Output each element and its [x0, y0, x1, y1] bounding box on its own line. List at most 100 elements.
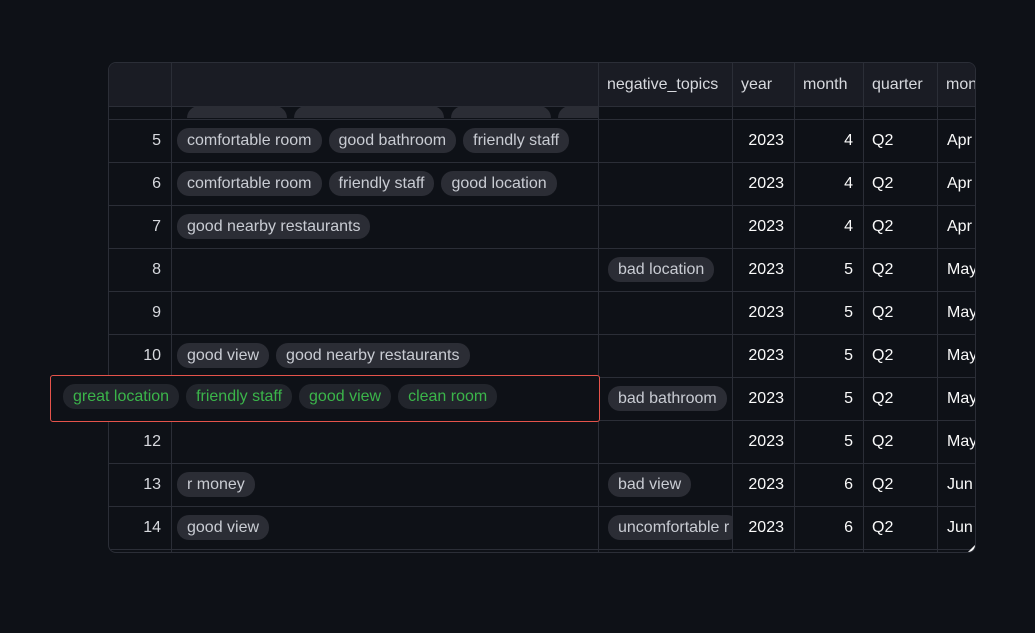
- quarter-cell[interactable]: Q2: [872, 205, 937, 248]
- year-cell[interactable]: 2023: [732, 463, 784, 506]
- month-header[interactable]: month: [794, 63, 863, 106]
- month-cell[interactable]: 4: [794, 119, 853, 162]
- month-cell[interactable]: 4: [794, 205, 853, 248]
- negative-topics-cell[interactable]: [608, 171, 732, 197]
- month-cell[interactable]: 5: [794, 420, 853, 463]
- year-cell[interactable]: 2023: [732, 248, 784, 291]
- row-index: 13: [143, 476, 161, 493]
- overlay-topic-chip[interactable]: good view: [299, 384, 392, 409]
- month-name-cell[interactable]: Apr: [947, 119, 975, 162]
- data-grid[interactable]: negative_topics year month quarter mon 5…: [108, 62, 976, 553]
- month-cell[interactable]: 6: [794, 506, 853, 549]
- negative-topics-cell[interactable]: [608, 300, 732, 326]
- topic-chip: good nearby restaurants: [276, 343, 470, 368]
- quarter-cell[interactable]: Q2: [872, 162, 937, 205]
- table-row[interactable]: 14 good view uncomfortable r 2023 6 Q2 Jun: [109, 506, 975, 549]
- topic-chip: bad view: [608, 472, 692, 497]
- quarter-header[interactable]: quarter: [863, 63, 937, 106]
- positive-topics-cell[interactable]: good nearby restaurants: [177, 214, 596, 240]
- row-index: 6: [152, 175, 161, 192]
- month-cell[interactable]: 5: [794, 291, 853, 334]
- positive-topics-cell[interactable]: good view good nearby restaurants: [177, 343, 596, 369]
- year-cell[interactable]: 2023: [732, 162, 784, 205]
- table-row[interactable]: 6 comfortable room friendly staff good loca…: [109, 162, 975, 205]
- quarter-cell[interactable]: Q2: [872, 420, 937, 463]
- topic-chip: uncomfortable r: [608, 515, 732, 540]
- quarter-cell[interactable]: Q2: [872, 506, 937, 549]
- positive-topics-cell[interactable]: [177, 300, 596, 326]
- table-row[interactable]: 7 good nearby restaurants 2023 4 Q2 Apr: [109, 205, 975, 248]
- month-cell[interactable]: 5: [794, 377, 853, 420]
- month-name-cell[interactable]: May: [947, 334, 975, 377]
- year-cell[interactable]: 2023: [732, 334, 784, 377]
- month-name-cell[interactable]: Jun: [947, 506, 975, 549]
- negative-topics-cell[interactable]: [608, 214, 732, 240]
- topic-chip: comfortable room: [177, 171, 322, 196]
- quarter-cell[interactable]: Q2: [872, 463, 937, 506]
- quarter-cell[interactable]: Q2: [872, 377, 937, 420]
- cell-editor-overlay[interactable]: great location friendly staff good view cle…: [50, 375, 600, 422]
- topic-chip: good bathroom: [328, 128, 457, 153]
- negative-topics-cell[interactable]: bad view: [608, 472, 732, 498]
- positive-topics-cell[interactable]: [177, 257, 596, 283]
- month-name-cell[interactable]: Apr: [947, 205, 975, 248]
- overlay-topic-chip[interactable]: great location: [63, 384, 180, 409]
- negative-topics-cell[interactable]: bad location: [608, 257, 732, 283]
- month-name-cell[interactable]: Jun: [947, 463, 975, 506]
- positive-topics-header[interactable]: [171, 63, 598, 106]
- index-column-divider: [171, 63, 172, 552]
- quarter-cell[interactable]: Q2: [872, 119, 937, 162]
- table-row[interactable]: 5 comfortable room good bathroom friendly s…: [109, 119, 975, 162]
- table-row[interactable]: 8 bad location 2023 5 Q2 May: [109, 248, 975, 291]
- positive-topics-cell[interactable]: [177, 429, 596, 455]
- month-name-cell[interactable]: May: [947, 291, 975, 334]
- positive-topics-cell[interactable]: comfortable room good bathroom friendly st…: [177, 128, 596, 154]
- positive-topics-cell[interactable]: r money: [177, 472, 596, 498]
- negative-topics-cell[interactable]: bad bathroom: [608, 386, 732, 412]
- year-cell[interactable]: 2023: [732, 119, 784, 162]
- row-index: 14: [143, 519, 161, 536]
- resize-handle-icon[interactable]: [968, 545, 975, 552]
- year-header[interactable]: year: [732, 63, 794, 106]
- month-cell[interactable]: 4: [794, 162, 853, 205]
- month-cell[interactable]: 6: [794, 463, 853, 506]
- topic-chip: good nearby restaurants: [177, 214, 371, 239]
- table-row[interactable]: 10 good view good nearby restaurants 2023 5 Q…: [109, 334, 975, 377]
- month-cell[interactable]: 5: [794, 248, 853, 291]
- quarter-cell[interactable]: Q2: [872, 248, 937, 291]
- row-index: 8: [152, 261, 161, 278]
- year-cell[interactable]: 2023: [732, 291, 784, 334]
- topic-chip: friendly staff: [463, 128, 570, 153]
- negative-topics-cell[interactable]: [608, 128, 732, 154]
- column-divider: [732, 63, 733, 552]
- table-row[interactable]: 9 2023 5 Q2 May: [109, 291, 975, 334]
- month-name-header[interactable]: mon: [937, 63, 975, 106]
- negative-topics-cell[interactable]: uncomfortable r: [608, 515, 732, 541]
- year-cell[interactable]: 2023: [732, 205, 784, 248]
- month-name-cell[interactable]: Apr: [947, 162, 975, 205]
- table-row[interactable]: 12 2023 5 Q2 May: [109, 420, 975, 463]
- month-cell[interactable]: 5: [794, 334, 853, 377]
- positive-topics-cell[interactable]: comfortable room friendly staff good locat…: [177, 171, 596, 197]
- quarter-cell[interactable]: Q2: [872, 334, 937, 377]
- month-name-cell[interactable]: May: [947, 377, 975, 420]
- table-row[interactable]: 13 r money bad view 2023 6 Q2 Jun: [109, 463, 975, 506]
- overlay-topic-chip[interactable]: friendly staff: [186, 384, 293, 409]
- topic-chip: good view: [177, 515, 270, 540]
- row-divider: [109, 549, 975, 550]
- negative-topics-cell[interactable]: [608, 343, 732, 369]
- quarter-cell[interactable]: Q2: [872, 291, 937, 334]
- overlay-topic-chip[interactable]: clean room: [398, 384, 498, 409]
- month-name-cell[interactable]: May: [947, 420, 975, 463]
- positive-topics-cell[interactable]: good view: [177, 515, 596, 541]
- year-cell[interactable]: 2023: [732, 420, 784, 463]
- row-index: 12: [143, 433, 161, 450]
- year-cell[interactable]: 2023: [732, 377, 784, 420]
- negative-topics-header[interactable]: negative_topics: [598, 63, 732, 106]
- year-cell[interactable]: 2023: [732, 506, 784, 549]
- negative-topics-cell[interactable]: [608, 429, 732, 455]
- topic-chip: bad location: [608, 257, 715, 282]
- month-name-cell[interactable]: May: [947, 248, 975, 291]
- column-divider: [598, 63, 599, 552]
- index-header[interactable]: [109, 63, 171, 106]
